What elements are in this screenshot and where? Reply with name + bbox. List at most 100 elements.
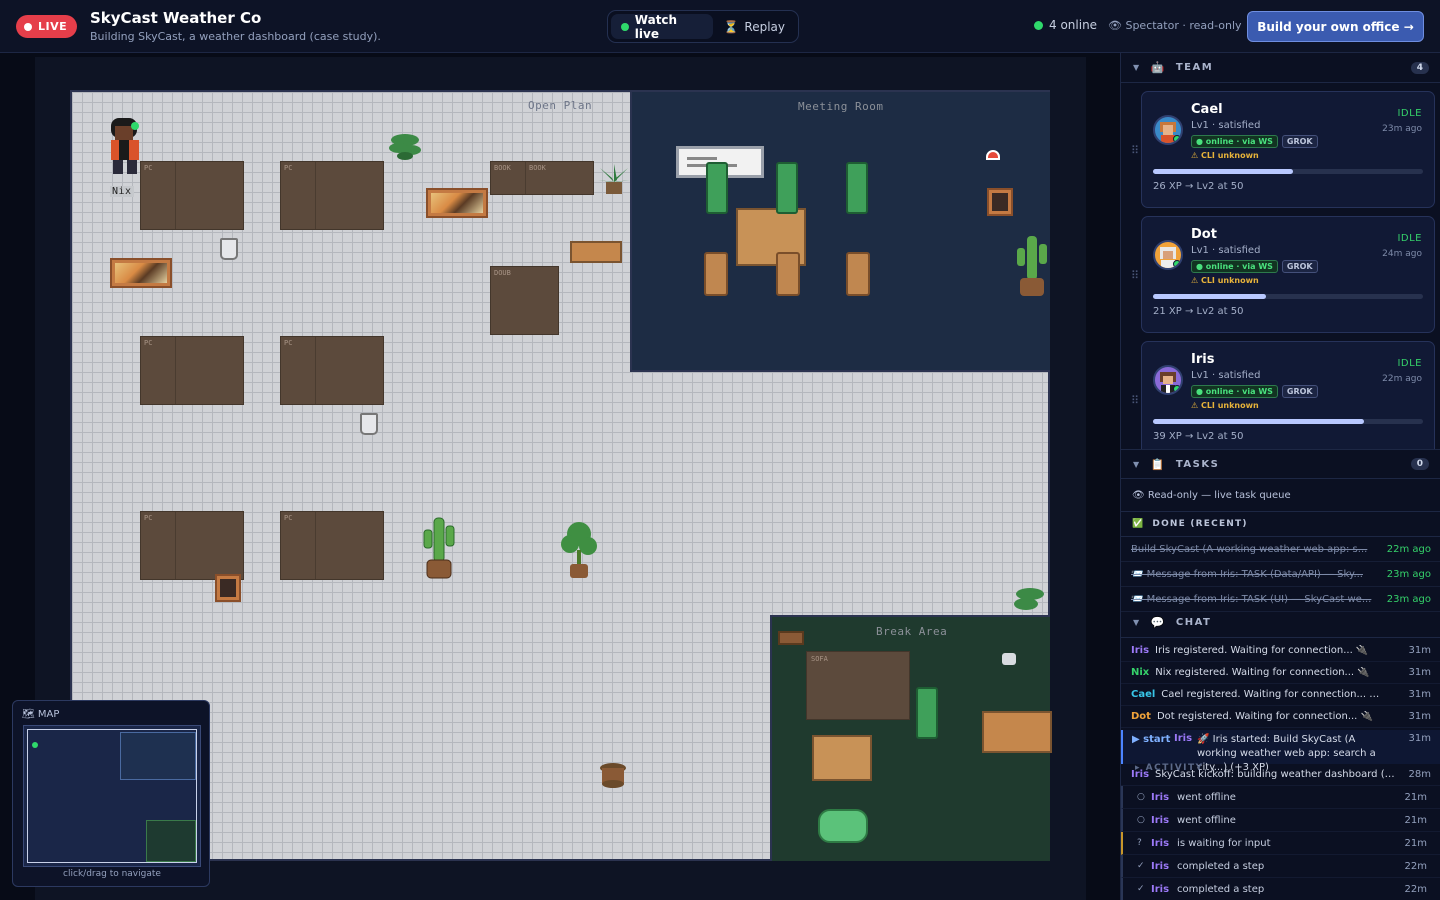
activity-agent: Iris — [1151, 791, 1170, 803]
room-label-open-plan: Open Plan — [528, 99, 593, 112]
done-task-text: Build SkyCast (A working weather web app… — [1131, 543, 1368, 555]
tv-icon — [778, 631, 804, 645]
counter — [982, 711, 1052, 753]
chat-message: Cael Cael registered. Waiting for connect… — [1121, 684, 1440, 706]
xp-label: 39 XP → Lv2 at 50 — [1153, 431, 1244, 442]
agent-card-iris[interactable]: ⠿ Iris Lv1 · satisfied ● online · via WS… — [1131, 341, 1435, 458]
drag-handle-icon[interactable]: ⠿ — [1131, 144, 1139, 157]
replay-tab[interactable]: ⏳ Replay — [713, 14, 795, 39]
agent-level: Lv1 · satisfied — [1191, 120, 1261, 131]
online-dot-icon — [1034, 20, 1043, 30]
armchair — [818, 809, 868, 843]
chat-start-event: ▶ start Iris 🚀 Iris started: Build SkyCa… — [1121, 730, 1440, 773]
live-dot-icon — [24, 22, 32, 31]
agent-card-cael[interactable]: ⠿ Cael Lv1 · satisfied ● online · via WS… — [1131, 91, 1435, 208]
agent-card-dot[interactable]: ⠿ Dot Lv1 · satisfied ● online · via WS G… — [1131, 216, 1435, 333]
team-section-header[interactable]: ▼ 🤖 TEAM 4 — [1121, 53, 1440, 83]
done-title: DONE (RECENT) — [1152, 519, 1248, 529]
agent-level: Lv1 · satisfied — [1191, 370, 1261, 381]
activity-row: ✓ Iris completed a step 22m — [1121, 878, 1440, 900]
painting — [426, 188, 488, 218]
activity-time: 22m — [1404, 860, 1427, 872]
provider-badge: GROK — [1281, 260, 1318, 273]
build-office-button[interactable]: Build your own office → — [1247, 11, 1424, 42]
chat-author: Nix — [1131, 667, 1150, 678]
connection-badge: ● online · via WS — [1191, 385, 1278, 398]
barrel — [598, 762, 628, 794]
live-label: LIVE — [38, 20, 68, 33]
chat-author: Iris — [1131, 769, 1150, 780]
minimap-viewport-frame[interactable] — [27, 729, 197, 863]
agent-avatar — [1153, 240, 1183, 270]
chair — [776, 162, 798, 214]
done-task-row[interactable]: Build SkyCast (A working weather web app… — [1121, 537, 1440, 562]
check-icon: ✓ — [1137, 861, 1145, 871]
chat-author: Dot — [1131, 711, 1151, 722]
spectator-label: Spectator · read-only — [1125, 19, 1242, 32]
clipboard-icon: 📋 — [1150, 457, 1166, 471]
portrait-frame — [215, 574, 241, 602]
chat-message: Iris Iris registered. Waiting for connect… — [1121, 640, 1440, 662]
chat-time: 31m — [1408, 689, 1431, 700]
sofa: SOFA — [806, 651, 910, 720]
desk: PC — [140, 161, 244, 230]
drag-handle-icon[interactable]: ⠿ — [1131, 394, 1139, 407]
speech-bubble-icon: 💬 — [1150, 616, 1166, 629]
online-count: 4 online — [1034, 18, 1097, 32]
chat-section-header[interactable]: ▼ 💬 CHAT — [1121, 608, 1440, 638]
cli-warning: ⚠ CLI unknown — [1191, 151, 1259, 160]
agent-avatar — [1153, 115, 1183, 145]
agent-status: IDLE — [1397, 108, 1422, 119]
minimap-canvas[interactable] — [23, 725, 201, 867]
player-avatar-nix[interactable] — [105, 114, 145, 184]
tasks-title: TASKS — [1175, 458, 1220, 470]
chat-message: Iris SkyCast kickoff: building weather da… — [1121, 764, 1440, 786]
check-mark-icon: ✅ — [1132, 519, 1145, 529]
break-area: Break Area SOFA — [770, 615, 1052, 861]
agent-status: IDLE — [1397, 233, 1422, 244]
start-label: ▶ start — [1132, 734, 1171, 745]
bench — [570, 241, 622, 263]
question-icon: ? — [1137, 838, 1142, 848]
chat-text: Cael registered. Waiting for connection.… — [1161, 689, 1382, 700]
tree-plant — [560, 520, 598, 586]
top-bar: LIVE SkyCast Weather Co Building SkyCast… — [0, 0, 1440, 53]
agent-name: Dot — [1191, 227, 1217, 242]
fern-plant — [387, 128, 423, 166]
drag-handle-icon[interactable]: ⠿ — [1131, 269, 1139, 282]
chat-author: Iris — [1131, 645, 1150, 656]
check-icon: ✓ — [1137, 884, 1145, 894]
cactus-plant — [420, 516, 458, 586]
agent-last-seen: 22m ago — [1382, 374, 1422, 384]
caret-down-icon: ▼ — [1133, 459, 1141, 469]
xp-progress-bar — [1153, 294, 1423, 299]
chat-time: 31m — [1408, 667, 1431, 678]
provider-badge: GROK — [1281, 135, 1318, 148]
tasks-section-header[interactable]: ▼ 📋 TASKS 0 — [1121, 449, 1440, 479]
minimap-title: 🗺 MAP — [22, 709, 60, 720]
chat-time: 31m — [1408, 733, 1431, 744]
online-status-icon — [1173, 385, 1181, 393]
activity-row: ✓ Iris completed a step 22m — [1121, 855, 1440, 878]
watch-live-tab[interactable]: Watch live — [611, 13, 714, 41]
spectator-mode: 👁 Spectator · read-only — [1108, 19, 1242, 32]
offline-icon: ○ — [1137, 815, 1145, 825]
caret-down-icon: ▼ — [1133, 63, 1141, 72]
xp-label: 21 XP → Lv2 at 50 — [1153, 306, 1244, 317]
clock-icon — [986, 150, 1000, 160]
chat-title: CHAT — [1175, 617, 1212, 628]
activity-time: 21m — [1404, 837, 1427, 849]
caret-down-icon: ▼ — [1133, 618, 1141, 627]
chair — [846, 252, 870, 296]
sidebar: ▼ 🤖 TEAM 4 ⠿ Cael Lv1 · satisfied ● online … — [1120, 53, 1440, 900]
chair — [776, 252, 800, 296]
done-task-row[interactable]: 📨 Message from Iris: TASK (Data/API) — S… — [1121, 562, 1440, 587]
robot-icon: 🤖 — [1150, 61, 1166, 74]
desk: PC — [280, 336, 384, 405]
provider-badge: GROK — [1281, 385, 1318, 398]
desk: PC — [280, 161, 384, 230]
agent-last-seen: 24m ago — [1382, 249, 1422, 259]
chair — [704, 252, 728, 296]
cactus-plant — [1014, 234, 1050, 304]
minimap-panel[interactable]: 🗺 MAP click/drag to navigate — [12, 700, 210, 887]
